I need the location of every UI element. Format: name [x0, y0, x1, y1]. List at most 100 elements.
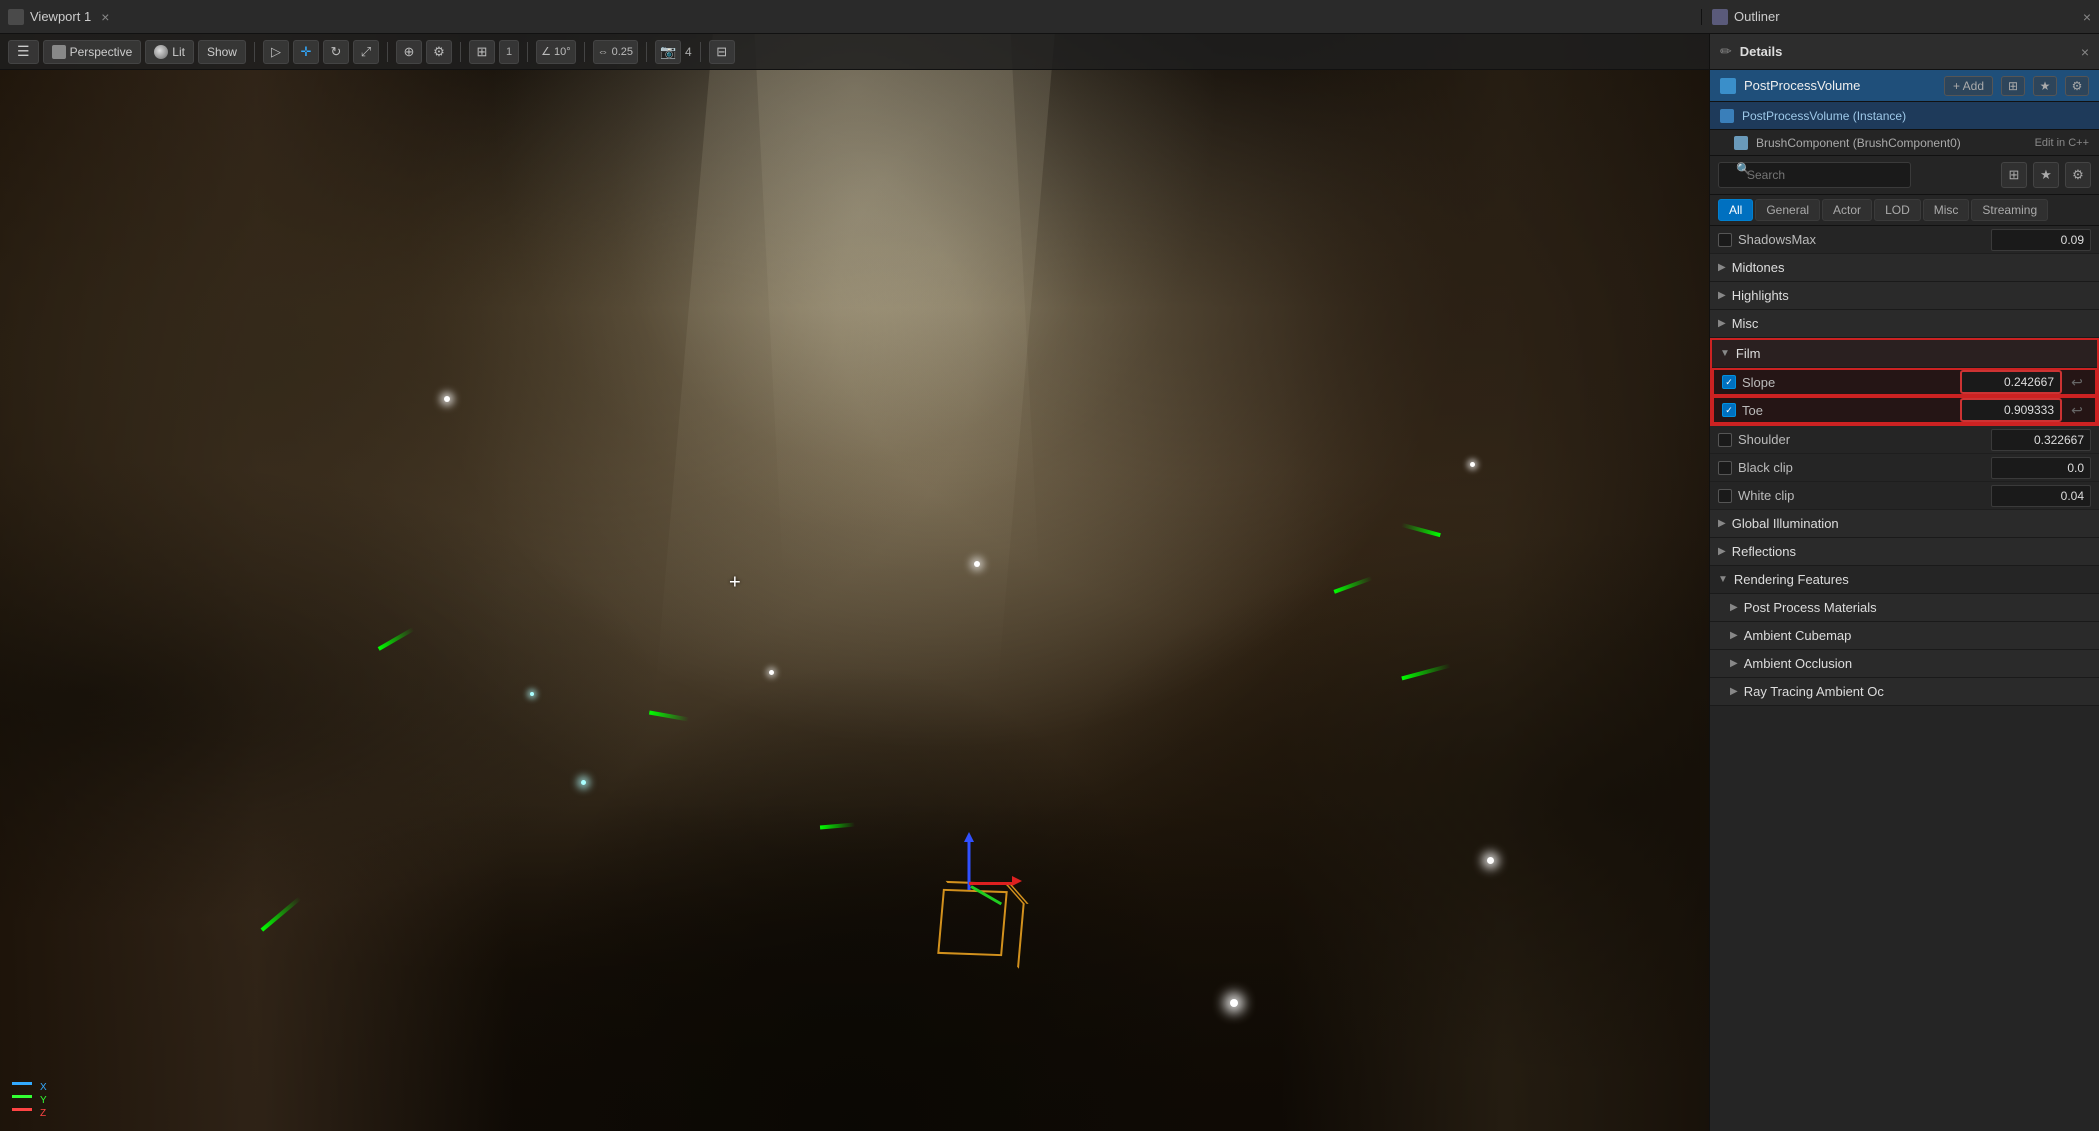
select-tool-btn[interactable]: ▷	[263, 40, 289, 64]
viewport-close-btn[interactable]: ×	[101, 9, 109, 25]
ppv-settings-btn[interactable]: ⚙	[2065, 76, 2089, 96]
toolbar-sep-3	[460, 42, 461, 62]
post-process-materials-header[interactable]: ▶ Post Process Materials	[1710, 594, 2099, 622]
highlights-title: Highlights	[1732, 288, 1789, 303]
toe-value-input[interactable]: 0.909333	[1961, 399, 2061, 421]
light-orb-2	[974, 561, 980, 567]
snap-btn[interactable]: ⚙	[426, 40, 452, 64]
ray-tracing-header[interactable]: ▶ Ray Tracing Ambient Oc	[1710, 678, 2099, 706]
slope-reset-btn[interactable]: ↩	[2067, 372, 2087, 392]
slope-checkbox[interactable]	[1722, 375, 1736, 389]
light-orb-3	[1470, 462, 1475, 467]
slope-value-input[interactable]: 0.242667	[1961, 371, 2061, 393]
misc-section-header[interactable]: ▶ Misc	[1710, 310, 2099, 338]
rotate-tool-btn[interactable]: ↻	[323, 40, 349, 64]
ppv-star-btn[interactable]: ★	[2033, 76, 2057, 96]
show-btn[interactable]: Show	[198, 40, 246, 64]
toe-checkbox[interactable]	[1722, 403, 1736, 417]
search-wrap: 🔍	[1718, 162, 1995, 188]
ac-toggle: ▶	[1730, 630, 1738, 641]
add-label: + Add	[1953, 79, 1984, 93]
layers-value: 4	[685, 45, 692, 59]
axis-indicator: X Y Z	[12, 1082, 47, 1119]
hamburger-btn[interactable]: ☰	[8, 40, 39, 64]
search-star-btn[interactable]: ★	[2033, 162, 2059, 188]
category-tabs: All General Actor LOD Misc Streaming	[1710, 195, 2099, 226]
white-clip-value[interactable]: 0.04	[1991, 485, 2091, 507]
global-illumination-header[interactable]: ▶ Global Illumination	[1710, 510, 2099, 538]
perspective-btn[interactable]: Perspective	[43, 40, 142, 64]
toolbar-sep-1	[254, 42, 255, 62]
black-clip-value[interactable]: 0.0	[1991, 457, 2091, 479]
misc-toggle-icon: ▶	[1718, 318, 1726, 329]
tab-lod[interactable]: LOD	[1874, 199, 1921, 221]
tab-streaming[interactable]: Streaming	[1971, 199, 2048, 221]
white-clip-row: White clip 0.04	[1710, 482, 2099, 510]
shoulder-value[interactable]: 0.322667	[1991, 429, 2091, 451]
lit-label: Lit	[172, 45, 185, 59]
grid-size-display[interactable]: 1	[499, 40, 519, 64]
move-tool-btn[interactable]: ✛	[293, 40, 319, 64]
properties-list: ShadowsMax 0.09 ▶ Midtones ▶ Highlights …	[1710, 226, 2099, 1131]
world-space-btn[interactable]: ⊕	[396, 40, 422, 64]
instance-row[interactable]: PostProcessVolume (Instance)	[1710, 102, 2099, 130]
toolbar-sep-2	[387, 42, 388, 62]
white-clip-checkbox[interactable]	[1718, 489, 1732, 503]
rt-toggle: ▶	[1730, 686, 1738, 697]
film-toggle-icon: ▼	[1720, 348, 1730, 359]
search-settings-btn[interactable]: ⚙	[2065, 162, 2091, 188]
tab-general[interactable]: General	[1755, 199, 1820, 221]
details-close-btn[interactable]: ×	[2081, 44, 2089, 60]
light-orb-cyan	[581, 780, 586, 785]
rendering-features-header[interactable]: ▼ Rendering Features	[1710, 566, 2099, 594]
camera-scale-value: 0.25	[612, 46, 633, 58]
rendering-features-toggle: ▼	[1718, 574, 1728, 585]
search-bar-container: 🔍 ⊞ ★ ⚙	[1710, 156, 2099, 195]
viewport-titlebar: Viewport 1 × Outliner ×	[0, 0, 2099, 34]
reflections-title: Reflections	[1732, 544, 1796, 559]
shoulder-checkbox[interactable]	[1718, 433, 1732, 447]
view-options-btn[interactable]: ⊟	[709, 40, 735, 64]
camera-scale-btn[interactable]: ⇔ 0.25	[593, 40, 638, 64]
search-layout-btn[interactable]: ⊞	[2001, 162, 2027, 188]
black-clip-checkbox[interactable]	[1718, 461, 1732, 475]
viewport-icon	[8, 9, 24, 25]
edit-cpp-label[interactable]: Edit in C++	[2035, 137, 2089, 149]
ambient-cubemap-header[interactable]: ▶ Ambient Cubemap	[1710, 622, 2099, 650]
ppm-toggle: ▶	[1730, 602, 1738, 613]
camera-angle-value: 10°	[554, 46, 571, 58]
tab-misc[interactable]: Misc	[1923, 199, 1970, 221]
viewport-panel[interactable]: ☰ Perspective Lit Show ▷ ✛ ↻ ⤢ ⊕ ⚙	[0, 34, 1709, 1131]
shadows-max-checkbox[interactable]	[1718, 233, 1732, 247]
ppv-layout-btn[interactable]: ⊞	[2001, 76, 2025, 96]
ppv-icon	[1720, 78, 1736, 94]
ppv-add-btn[interactable]: + Add	[1944, 76, 1993, 96]
brush-row[interactable]: BrushComponent (BrushComponent0) Edit in…	[1710, 130, 2099, 156]
details-header: ✏ Details ×	[1710, 34, 2099, 70]
light-orb-cyan-2	[530, 692, 534, 696]
midtones-title: Midtones	[1732, 260, 1785, 275]
ppv-bar: PostProcessVolume + Add ⊞ ★ ⚙	[1710, 70, 2099, 102]
highlights-section-header[interactable]: ▶ Highlights	[1710, 282, 2099, 310]
ambient-occlusion-header[interactable]: ▶ Ambient Occlusion	[1710, 650, 2099, 678]
lit-btn[interactable]: Lit	[145, 40, 194, 64]
film-section: ▼ Film Slope 0.242667 ↩ Toe	[1710, 338, 2099, 426]
god-rays-2	[755, 34, 1040, 583]
camera-angle-btn[interactable]: ∠ 10°	[536, 40, 576, 64]
slope-row: Slope 0.242667 ↩	[1712, 368, 2097, 396]
outliner-close-btn[interactable]: ×	[2083, 9, 2091, 25]
reflections-header[interactable]: ▶ Reflections	[1710, 538, 2099, 566]
grid-btn[interactable]: ⊞	[469, 40, 495, 64]
tab-all[interactable]: All	[1718, 199, 1753, 221]
light-orb-5	[1487, 857, 1494, 864]
toe-reset-btn[interactable]: ↩	[2067, 400, 2087, 420]
scale-tool-btn[interactable]: ⤢	[353, 40, 379, 64]
tab-actor[interactable]: Actor	[1822, 199, 1872, 221]
film-section-header[interactable]: ▼ Film	[1712, 340, 2097, 368]
highlights-toggle-icon: ▶	[1718, 290, 1726, 301]
camera-icon[interactable]: 📷	[655, 40, 681, 64]
shadows-max-value[interactable]: 0.09	[1991, 229, 2091, 251]
outliner-titlebar: Outliner ×	[1701, 9, 2091, 25]
toolbar-sep-7	[700, 42, 701, 62]
midtones-section-header[interactable]: ▶ Midtones	[1710, 254, 2099, 282]
